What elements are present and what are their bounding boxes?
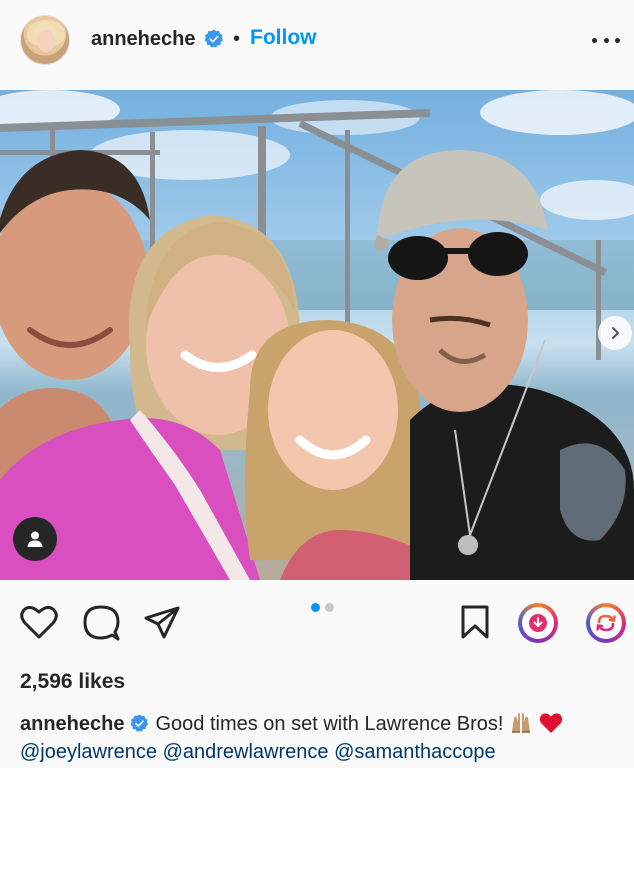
mention-joeylawrence[interactable]: @joeylawrence — [20, 741, 157, 763]
post-header: anneheche • Follow — [0, 0, 634, 90]
instagram-post: anneheche • Follow 2,596 likes anneheche… — [0, 0, 634, 768]
group-selfie — [0, 150, 634, 580]
post-photo[interactable] — [0, 90, 634, 580]
repost-icon[interactable] — [586, 603, 626, 643]
carousel-dot-active — [311, 603, 320, 612]
user-tag-icon[interactable] — [13, 517, 57, 561]
profile-avatar[interactable] — [20, 15, 70, 65]
caption-text: Good times on set with Lawrence Bros! — [155, 713, 504, 735]
caption-username[interactable]: anneheche — [20, 713, 124, 735]
paper-plane-icon[interactable] — [144, 606, 180, 640]
likes-count[interactable]: 2,596 likes — [20, 670, 125, 694]
raised-hands-emoji-icon — [512, 713, 531, 733]
post-caption: anneheche Good times on set with Lawrenc… — [20, 710, 620, 766]
heart-icon[interactable] — [20, 604, 58, 640]
more-options-icon[interactable] — [592, 26, 620, 54]
action-bar — [0, 580, 634, 668]
red-heart-emoji-icon — [540, 713, 563, 733]
carousel-dot — [325, 603, 334, 612]
bookmark-icon[interactable] — [460, 604, 490, 640]
verified-badge-icon — [204, 29, 223, 48]
comment-icon[interactable] — [82, 604, 120, 642]
separator-dot: • — [233, 28, 241, 50]
mention-andrewlawrence[interactable]: @andrewlawrence — [163, 741, 329, 763]
download-icon[interactable] — [518, 603, 558, 643]
mention-samanthaccope[interactable]: @samanthaccope — [334, 741, 496, 763]
chevron-right-icon[interactable] — [598, 316, 632, 350]
verified-badge-icon — [130, 714, 149, 732]
carousel-indicator — [311, 603, 334, 612]
follow-button[interactable]: Follow — [250, 26, 317, 50]
username-link[interactable]: anneheche — [91, 28, 195, 51]
